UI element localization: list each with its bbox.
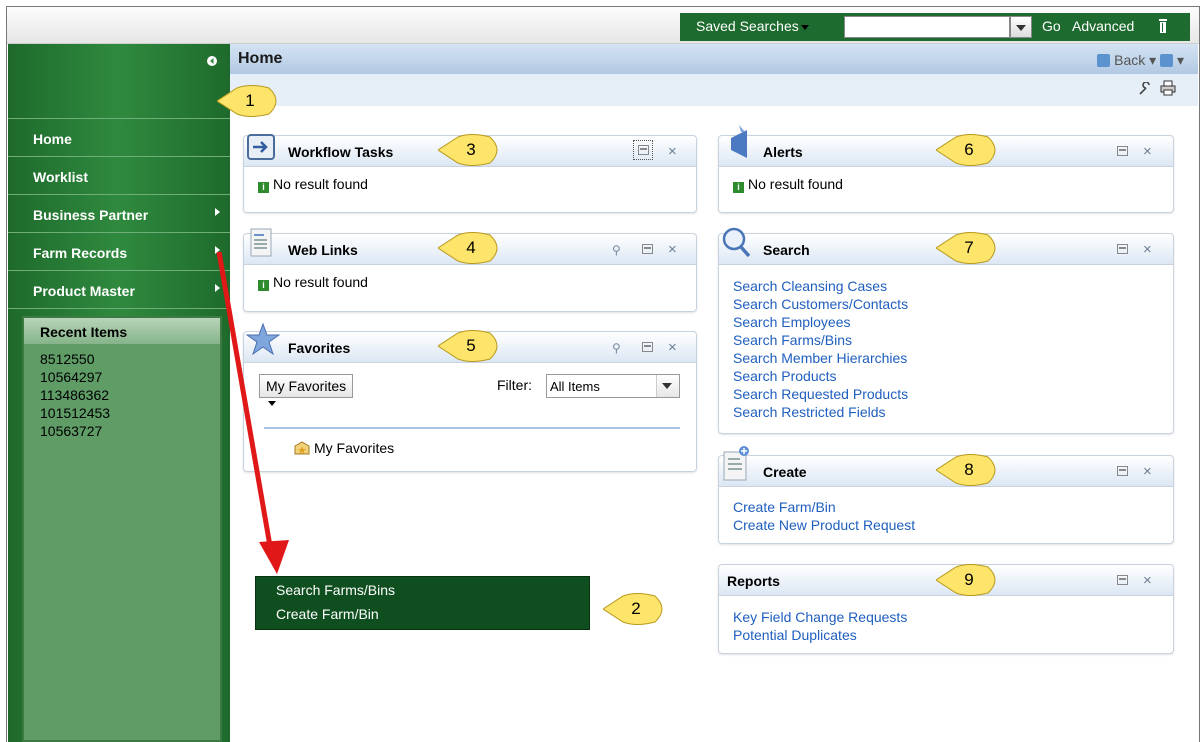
annotation-arrow bbox=[216, 251, 289, 574]
callout-2: 2 bbox=[602, 592, 669, 626]
callout-5: 5 bbox=[437, 329, 504, 363]
callout-number: 1 bbox=[245, 91, 255, 110]
callout-3: 3 bbox=[437, 133, 504, 167]
callout-1: 1 bbox=[216, 84, 283, 118]
callout-number: 2 bbox=[631, 599, 641, 618]
callout-number: 5 bbox=[466, 336, 476, 355]
callout-9: 9 bbox=[935, 563, 1002, 597]
callout-number: 7 bbox=[964, 238, 974, 257]
callout-4: 4 bbox=[437, 231, 504, 265]
callout-number: 9 bbox=[964, 570, 974, 589]
callout-number: 3 bbox=[466, 140, 476, 159]
callout-7: 7 bbox=[935, 231, 1002, 265]
callout-number: 6 bbox=[964, 140, 974, 159]
callout-8: 8 bbox=[935, 453, 1002, 487]
callout-number: 8 bbox=[964, 460, 974, 479]
callout-number: 4 bbox=[466, 238, 476, 257]
callout-6: 6 bbox=[935, 133, 1002, 167]
